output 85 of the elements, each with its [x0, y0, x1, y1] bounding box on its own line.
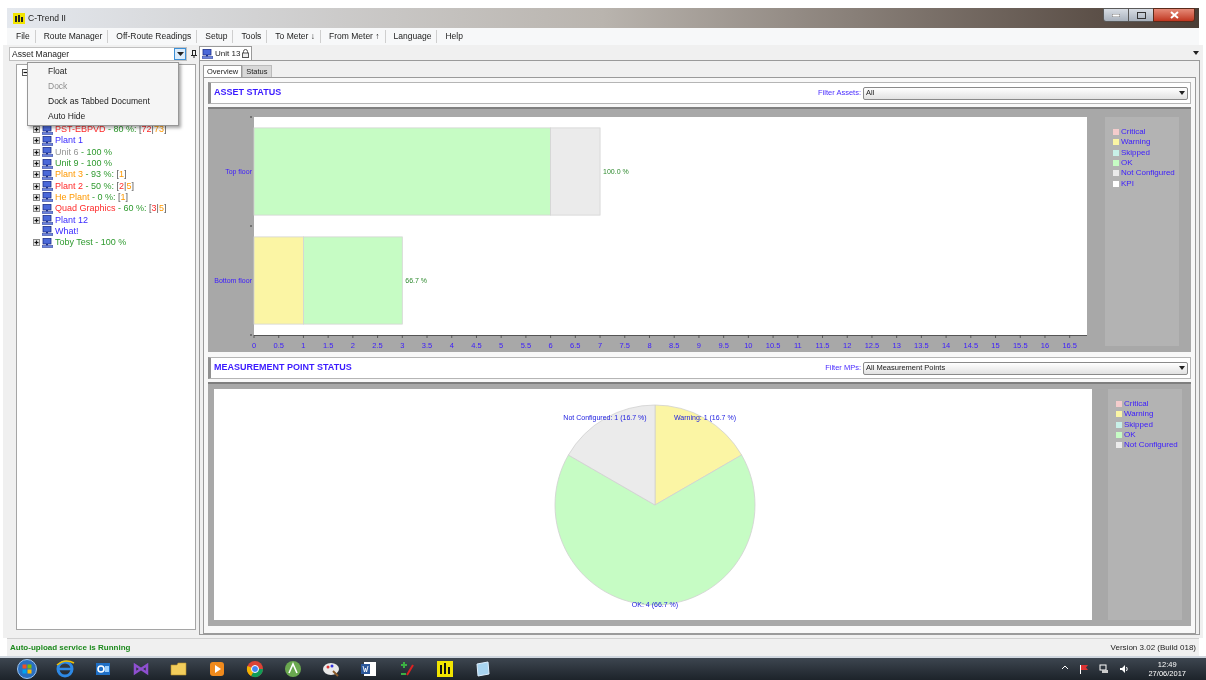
menu-item[interactable]: Off-Route Readings: [111, 30, 198, 43]
tree-item[interactable]: What!: [55, 225, 79, 237]
section-title: ASSET STATUS: [214, 86, 282, 100]
legend-label: Warning: [1121, 137, 1151, 148]
windows-logo-icon: [17, 659, 37, 679]
legend-label: Skipped: [1121, 147, 1150, 158]
legend-label: Critical: [1124, 399, 1149, 410]
monitor-icon: [42, 215, 53, 225]
monitor-icon: [42, 169, 53, 180]
legend-label: OK: [1121, 158, 1133, 169]
expand-icon[interactable]: [33, 182, 40, 190]
monitor-icon: [202, 48, 213, 59]
tree-item[interactable]: Toby Test - 100 %: [55, 237, 127, 249]
expand-icon[interactable]: [33, 137, 40, 145]
tree-item[interactable]: Unit 9 - 100 %: [55, 158, 113, 170]
network-icon[interactable]: [1099, 664, 1110, 674]
legend-label: Critical: [1121, 127, 1146, 138]
monitor-icon: [42, 192, 53, 203]
dropdown-button[interactable]: [174, 48, 186, 60]
menu-item[interactable]: File: [11, 30, 36, 43]
menu-item[interactable]: Dock as Tabbed Document: [28, 94, 178, 109]
lock-icon: [242, 49, 250, 58]
legend-label: Warning: [1124, 409, 1154, 420]
legend-label: KPI: [1121, 178, 1134, 189]
app-icon: [435, 659, 455, 679]
menu-item[interactable]: Help: [440, 30, 468, 43]
tree-item[interactable]: He Plant - 0 %: [1]: [55, 191, 129, 203]
expand-icon[interactable]: [33, 193, 40, 201]
monitor-icon: [42, 181, 53, 192]
caret-icon: [176, 52, 184, 56]
caret-icon: [1179, 91, 1185, 95]
browser-icon: [245, 659, 265, 679]
document-tab[interactable]: Unit 13: [199, 46, 253, 60]
caret-icon[interactable]: [1193, 51, 1199, 55]
monitor-icon: [42, 158, 53, 169]
tree-item[interactable]: Plant 1: [55, 135, 84, 147]
minimize-button[interactable]: [1103, 8, 1129, 22]
expand-icon[interactable]: [33, 239, 40, 247]
menu-item[interactable]: Float: [28, 64, 178, 79]
window-title: C-Trend II: [28, 11, 66, 25]
panel-title: Asset Manager: [12, 47, 70, 61]
monitor-icon: [42, 147, 53, 158]
monitor-icon: [42, 124, 53, 135]
tree-item[interactable]: Plant 3 - 93 %: [1]: [55, 169, 127, 181]
menu-item[interactable]: Language: [388, 30, 438, 43]
legend-label: Not Configured: [1124, 440, 1178, 451]
expand-icon[interactable]: [33, 148, 40, 156]
expand-icon[interactable]: [33, 171, 40, 179]
status-message: Auto-upload service is Running: [10, 641, 131, 654]
app-logo-icon: [13, 12, 25, 24]
monitor-icon: [42, 237, 53, 248]
menu-item[interactable]: Setup: [200, 30, 234, 43]
monitor-icon: [42, 135, 53, 146]
document-icon: [359, 659, 379, 679]
maximize-button[interactable]: [1129, 8, 1153, 22]
pin-icon[interactable]: [191, 50, 197, 58]
menu-item[interactable]: Tools: [236, 30, 268, 43]
expand-icon[interactable]: [33, 160, 40, 168]
legend-label: Skipped: [1124, 419, 1153, 430]
legend-label: OK: [1124, 430, 1136, 441]
tree-item[interactable]: Plant 12: [55, 214, 89, 226]
menu-item[interactable]: To Meter ↓: [270, 30, 321, 43]
tree-item[interactable]: Unit 6 - 100 %: [55, 146, 113, 158]
close-button[interactable]: [1153, 8, 1195, 22]
play-icon: [207, 659, 227, 679]
menu-item[interactable]: From Meter ↑: [324, 30, 386, 43]
section-title: MEASUREMENT POINT STATUS: [214, 361, 352, 375]
tree-item[interactable]: Plant 2 - 50 %: [2|5]: [55, 180, 134, 192]
legend-label: Not Configured: [1121, 168, 1175, 179]
menu-item[interactable]: Auto Hide: [28, 109, 178, 124]
speaker-icon[interactable]: [1119, 664, 1130, 674]
flag-icon[interactable]: [1079, 664, 1090, 674]
monitor-icon: [42, 203, 53, 214]
panel-title-dropdown[interactable]: Asset Manager: [9, 47, 187, 61]
close-icon: [1169, 11, 1179, 19]
expand-icon[interactable]: [33, 205, 40, 213]
version-label: Version 3.02 (Build 018): [1110, 641, 1196, 654]
globe-icon: [55, 659, 75, 679]
monitor-icon: [42, 226, 53, 237]
menu-item[interactable]: Route Manager: [38, 30, 109, 43]
maximize-icon: [1136, 11, 1146, 19]
tree-item[interactable]: Quad Graphics - 60 %: [3|5]: [55, 203, 167, 215]
caret-icon: [1179, 366, 1185, 370]
minimize-icon: [1112, 13, 1120, 17]
expand-icon[interactable]: [33, 216, 40, 224]
